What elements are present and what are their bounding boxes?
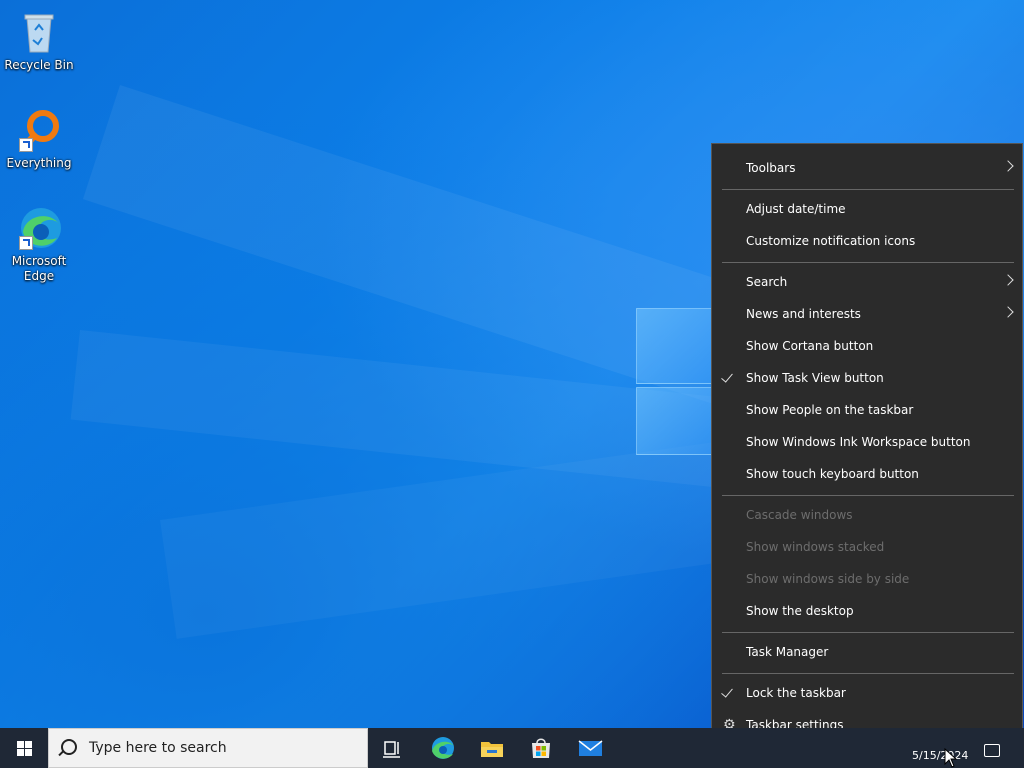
shortcut-arrow-icon (19, 236, 33, 250)
mail-icon[interactable] (576, 734, 604, 762)
search-placeholder: Type here to search (89, 740, 227, 756)
wallpaper-light-beam (160, 436, 771, 639)
menu-item-label: Show Task View button (746, 371, 884, 385)
recycle-bin-icon (15, 8, 63, 56)
desktop-icon-label: Recycle Bin (4, 58, 74, 72)
menu-item-label: Toolbars (746, 161, 796, 175)
menu-item-show-windows-stacked: Show windows stacked (712, 532, 1022, 562)
checkmark-icon (721, 370, 733, 383)
menu-item-label: Task Manager (746, 645, 829, 659)
desktop-icon-everything[interactable]: Everything (4, 106, 74, 171)
menu-item-show-the-desktop[interactable]: Show the desktop (712, 596, 1022, 626)
menu-item-show-cortana-button[interactable]: Show Cortana button (712, 331, 1022, 361)
wallpaper-windows-logo-pane (636, 308, 716, 384)
menu-item-label: Cascade windows (746, 508, 853, 522)
search-magnifier-icon (15, 106, 63, 154)
menu-item-task-manager[interactable]: Task Manager (712, 637, 1022, 667)
checkmark-icon (721, 685, 733, 698)
menu-item-show-windows-ink-workspace-button[interactable]: Show Windows Ink Workspace button (712, 427, 1022, 457)
menu-separator (722, 262, 1014, 263)
taskbar: Type here to search 5/15/2024 (0, 728, 1024, 768)
clock-date[interactable]: 5/15/2024 (912, 749, 968, 762)
menu-item-label: Search (746, 275, 788, 289)
menu-item-label: Lock the taskbar (746, 686, 846, 700)
edge-icon (15, 204, 63, 252)
start-button[interactable] (0, 728, 48, 768)
menu-separator (722, 495, 1014, 496)
menu-item-news-and-interests[interactable]: News and interests (712, 299, 1022, 329)
menu-item-label: Customize notification icons (746, 234, 916, 248)
menu-item-label: Show windows side by side (746, 572, 910, 586)
menu-item-label: Show Windows Ink Workspace button (746, 435, 971, 449)
menu-item-show-task-view-button[interactable]: Show Task View button (712, 363, 1022, 393)
menu-item-label: Show the desktop (746, 604, 854, 618)
menu-item-label: Show Cortana button (746, 339, 874, 353)
menu-item-label: Adjust date/time (746, 202, 846, 216)
menu-item-customize-notification-icons[interactable]: Customize notification icons (712, 226, 1022, 256)
edge-icon[interactable] (428, 734, 456, 762)
menu-item-adjust-date-time[interactable]: Adjust date/time (712, 194, 1022, 224)
desktop-icon-label: Microsoft Edge (11, 254, 67, 283)
search-icon (61, 739, 77, 755)
notification-center-icon[interactable] (984, 744, 1000, 757)
taskbar-context-menu: Toolbars Adjust date/time Customize noti… (711, 143, 1023, 749)
menu-separator (722, 673, 1014, 674)
menu-item-cascade-windows: Cascade windows (712, 500, 1022, 530)
microsoft-store-icon[interactable] (527, 734, 555, 762)
mouse-cursor-icon (944, 748, 958, 768)
desktop-icon-microsoft-edge[interactable]: Microsoft Edge (4, 204, 74, 284)
wallpaper-windows-logo-pane (636, 387, 716, 455)
chevron-right-icon (1002, 274, 1014, 286)
shortcut-arrow-icon (19, 138, 33, 152)
menu-item-label: Show touch keyboard button (746, 467, 919, 481)
chevron-right-icon (1002, 306, 1014, 318)
menu-item-label: Show People on the taskbar (746, 403, 914, 417)
menu-item-search[interactable]: Search (712, 267, 1022, 297)
desktop-icon-recycle-bin[interactable]: Recycle Bin (4, 8, 74, 73)
menu-item-show-people-on-taskbar[interactable]: Show People on the taskbar (712, 395, 1022, 425)
menu-item-label: News and interests (746, 307, 861, 321)
file-explorer-icon[interactable] (478, 734, 506, 762)
menu-item-label: Show windows stacked (746, 540, 885, 554)
menu-item-show-windows-side-by-side: Show windows side by side (712, 564, 1022, 594)
menu-item-toolbars[interactable]: Toolbars (712, 153, 1022, 183)
menu-separator (722, 189, 1014, 190)
chevron-right-icon (1002, 160, 1014, 172)
menu-item-show-touch-keyboard-button[interactable]: Show touch keyboard button (712, 459, 1022, 489)
task-view-icon[interactable] (378, 734, 406, 762)
taskbar-search-box[interactable]: Type here to search (48, 728, 368, 768)
desktop-icon-label: Everything (6, 156, 72, 170)
menu-separator (722, 632, 1014, 633)
menu-item-lock-the-taskbar[interactable]: Lock the taskbar (712, 678, 1022, 708)
